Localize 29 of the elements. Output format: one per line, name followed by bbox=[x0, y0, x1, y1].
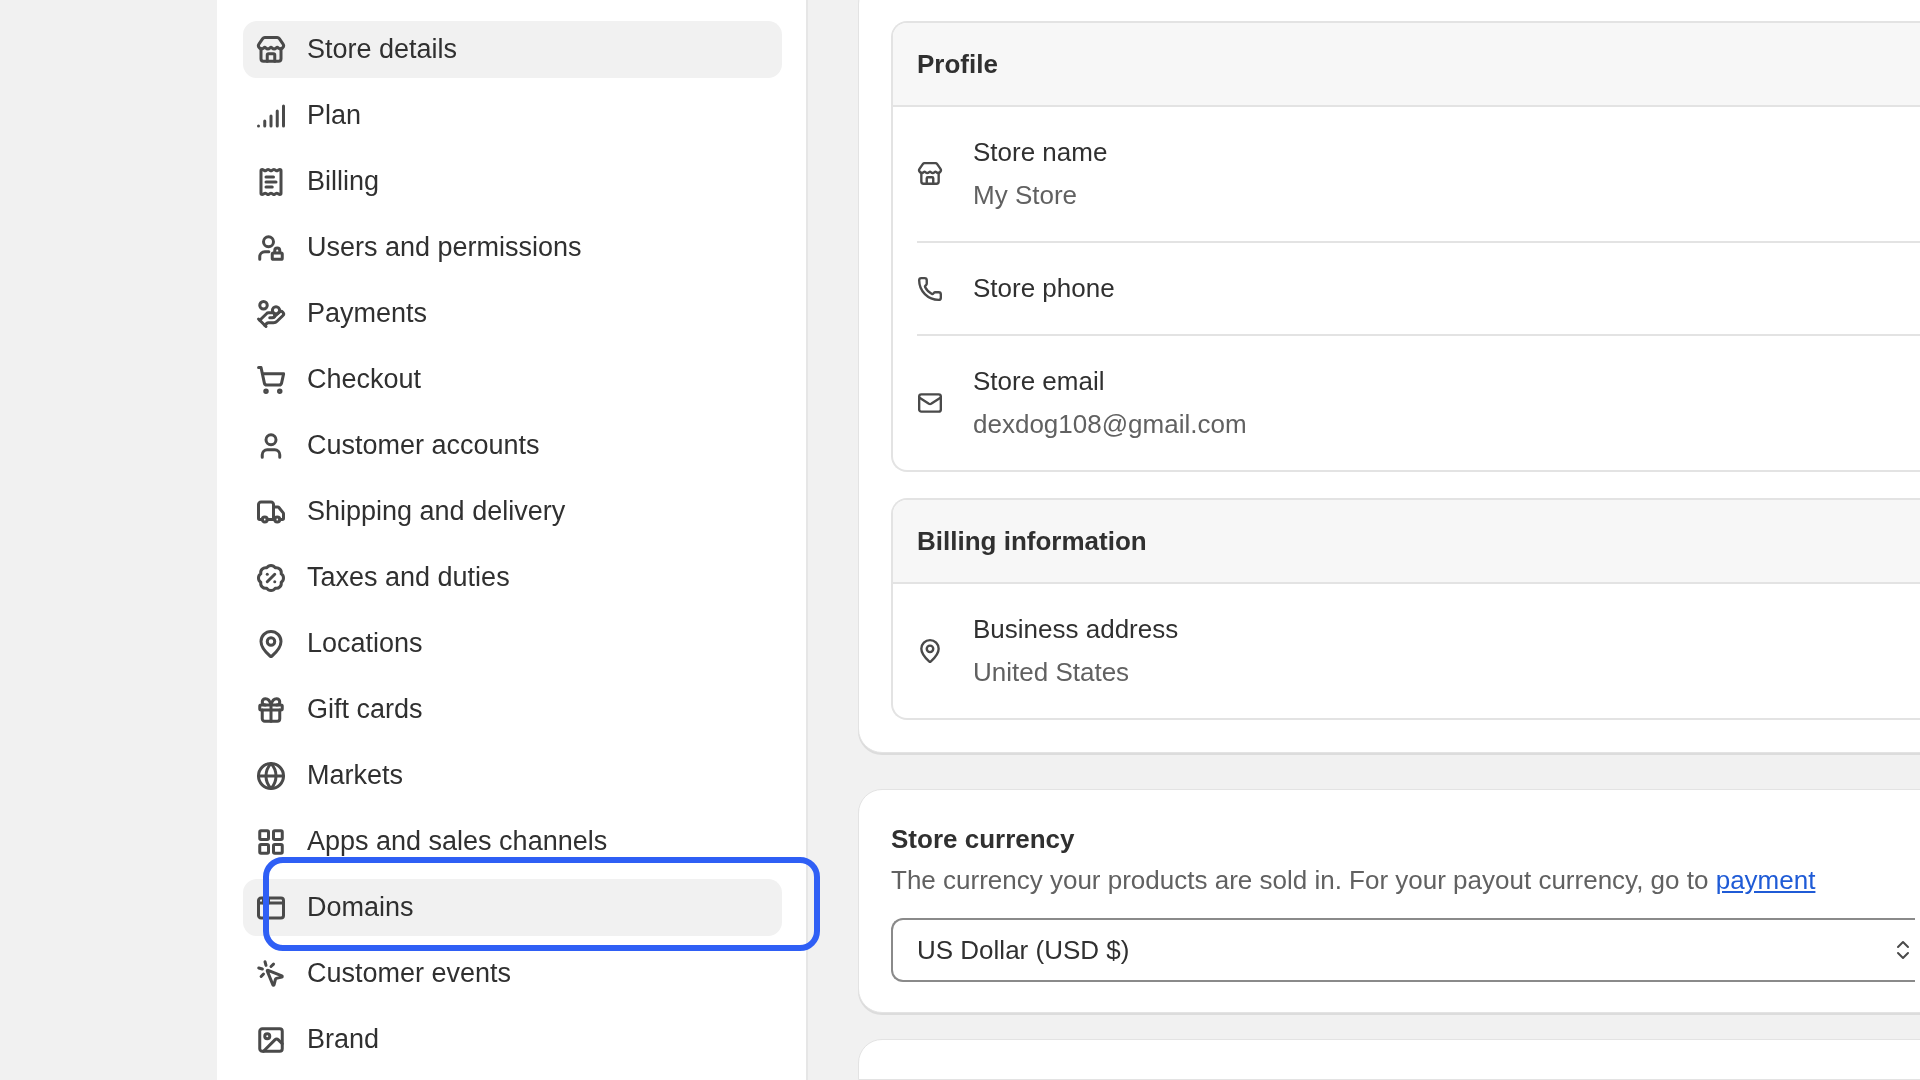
sidebar-item[interactable]: Gift cards bbox=[243, 681, 782, 738]
sidebar-item[interactable]: Billing bbox=[243, 153, 782, 210]
card-title: Billing information bbox=[893, 500, 1920, 584]
card-title: Store currency bbox=[891, 824, 1076, 855]
sidebar-item[interactable]: Customer events bbox=[243, 945, 782, 1002]
sidebar-item[interactable]: Plan bbox=[243, 87, 782, 144]
sidebar-item[interactable]: Shipping and delivery bbox=[243, 483, 782, 540]
sidebar-item[interactable]: Checkout bbox=[243, 351, 782, 408]
payments-link[interactable]: payment bbox=[1715, 865, 1816, 895]
card-title: Profile bbox=[893, 23, 1920, 107]
field-label: Store email bbox=[973, 366, 1106, 397]
field-value: United States bbox=[973, 657, 1131, 688]
field-label: Business address bbox=[973, 614, 1179, 645]
currency-select[interactable]: US Dollar (USD $) bbox=[891, 918, 1915, 982]
sidebar-item[interactable]: Brand bbox=[243, 1011, 782, 1068]
field-label: Store name bbox=[973, 137, 1108, 168]
sidebar-item[interactable]: Payments bbox=[243, 285, 782, 342]
sidebar-item[interactable]: Users and permissions bbox=[243, 219, 782, 276]
sidebar-item[interactable]: Markets bbox=[243, 747, 782, 804]
sidebar-item[interactable]: Customer accounts bbox=[243, 417, 782, 474]
sidebar-item[interactable]: Store details bbox=[243, 21, 782, 78]
sidebar-item[interactable]: Apps and sales channels bbox=[243, 813, 782, 870]
field-value: My Store bbox=[973, 180, 1079, 211]
field-value: dexdog108@gmail.com bbox=[973, 409, 1247, 440]
sidebar-item[interactable]: Domains bbox=[243, 879, 782, 936]
sidebar-item[interactable]: Locations bbox=[243, 615, 782, 672]
sidebar-item[interactable]: Taxes and duties bbox=[243, 549, 782, 606]
description-text: The currency your products are sold in. For your payout currency, go to payment bbox=[891, 865, 1817, 896]
field-label: Store phone bbox=[973, 273, 1115, 304]
